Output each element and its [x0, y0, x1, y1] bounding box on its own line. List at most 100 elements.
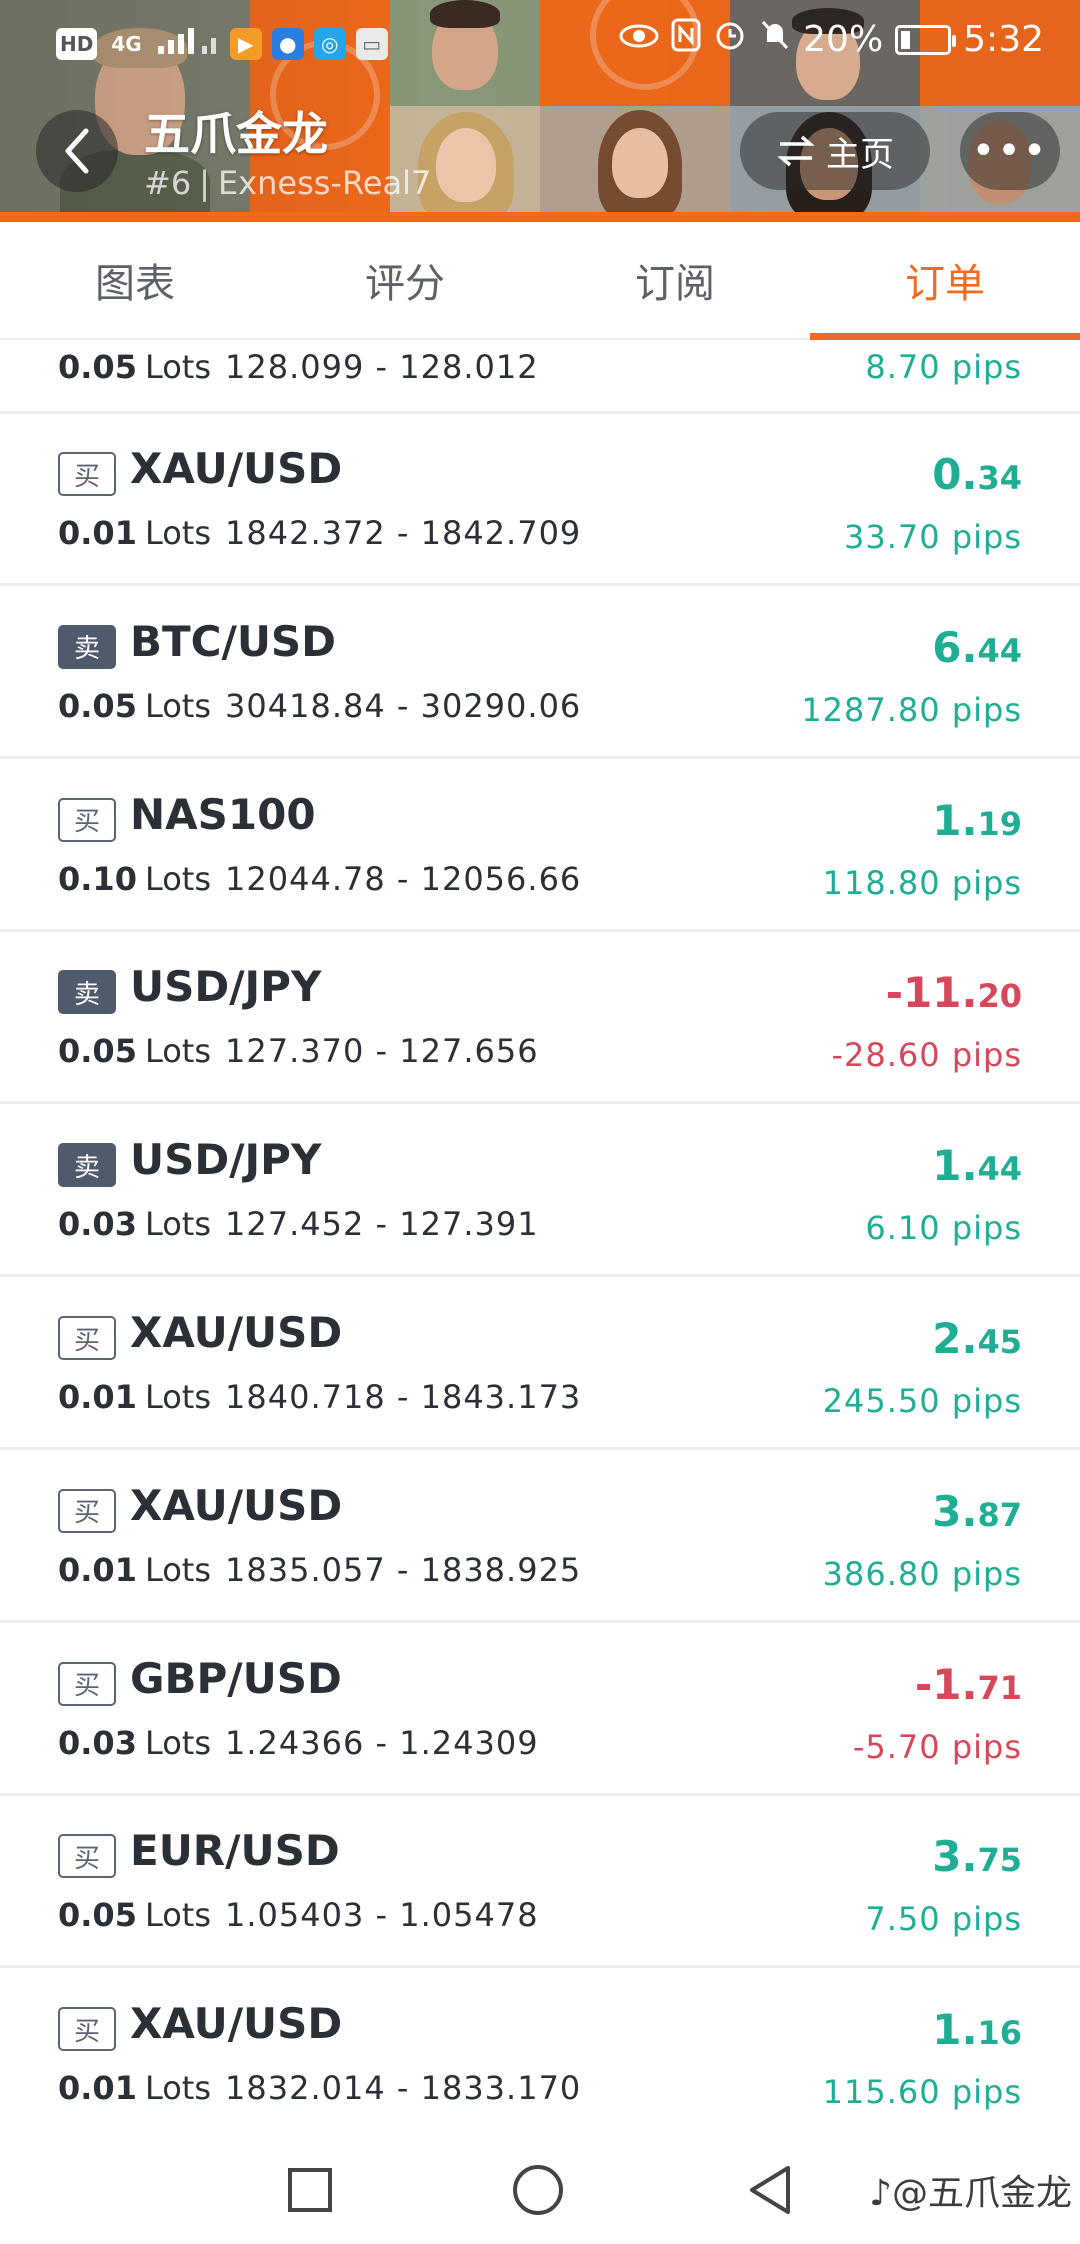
lots-unit: Lots — [144, 859, 212, 898]
status-left: HD 4G ▶ ● ◎ ▭ — [56, 22, 388, 65]
lots-value: 0.05 — [58, 1896, 137, 1935]
symbol: XAU/USD — [130, 1999, 343, 2049]
price-range: 1.24366 - 1.24309 — [225, 1723, 539, 1762]
back-nav-button[interactable] — [740, 2160, 800, 2220]
order-row[interactable]: 买 XAU/USD 0.01 Lots 1842.372 - 1842.709 0.34 3… — [0, 414, 1080, 586]
lots-value: 0.10 — [58, 859, 137, 898]
subtitle-separator: | — [199, 164, 210, 202]
price-range: 1840.718 - 1843.173 — [225, 1378, 582, 1416]
side-badge: 卖 — [58, 970, 116, 1015]
tiktok-icon: ♪ — [869, 2173, 892, 2214]
order-row[interactable]: 买 GBP/USD 0.03 Lots 1.24366 - 1.24309 -1.71 -5… — [0, 1624, 1080, 1796]
app-notification-icon: ● — [271, 27, 304, 60]
profit-decimal: 44 — [977, 631, 1022, 670]
recent-apps-button[interactable] — [280, 2160, 340, 2220]
header-accent-bar — [0, 212, 1080, 222]
signal-icon — [156, 22, 220, 65]
network-icon: 4G — [111, 31, 142, 56]
account-subtitle: #6 | Exness-Real7 — [144, 164, 431, 202]
status-bar: HD 4G ▶ ● ◎ ▭ 20% 5:32 — [0, 0, 1080, 80]
order-detail: 0.05 Lots 1.05403 - 1.05478 — [58, 1896, 539, 1934]
price-range: 128.099 - 128.012 — [225, 348, 539, 386]
order-detail: 0.03 Lots 1.24366 - 1.24309 — [58, 1724, 539, 1762]
profit-integer: -1. — [914, 1659, 978, 1709]
lots-unit: Lots — [144, 1032, 212, 1071]
order-row[interactable]: 卖 BTC/USD 0.05 Lots 30418.84 - 30290.06 6.44 1… — [0, 587, 1080, 759]
lots-value: 0.03 — [58, 1723, 137, 1762]
app-notification-icon: ▭ — [355, 27, 388, 60]
price-range: 12044.78 - 12056.66 — [225, 859, 582, 898]
lots-value: 0.01 — [58, 514, 137, 552]
lots-unit: Lots — [144, 1723, 212, 1762]
lots-unit: Lots — [144, 1205, 212, 1244]
hd-icon: HD — [56, 27, 98, 60]
order-detail: 0.05 Lots 128.099 - 128.012 — [58, 348, 539, 386]
chevron-left-icon — [65, 128, 89, 174]
order-detail: 0.03 Lots 127.452 - 127.391 — [58, 1205, 539, 1243]
symbol: XAU/USD — [130, 1480, 343, 1530]
order-detail: 0.01 Lots 1835.057 - 1838.925 — [58, 1551, 581, 1589]
order-row[interactable]: 买 XAU/USD 0.01 Lots 1840.718 - 1843.173 2.45 2… — [0, 1278, 1080, 1450]
lots-unit: Lots — [144, 348, 212, 386]
back-button[interactable] — [36, 110, 118, 192]
app-notification-icon: ▶ — [229, 27, 262, 60]
order-row[interactable]: 买 XAU/USD 0.01 Lots 1832.014 - 1833.170 1.16 1… — [0, 1969, 1080, 2130]
order-row[interactable]: 买 XAU/USD 0.01 Lots 1835.057 - 1838.925 3.87 3… — [0, 1451, 1080, 1623]
profit-value: 1.44 — [932, 1141, 1022, 1190]
tab-subscribe[interactable]: 订阅 — [540, 222, 810, 338]
pips-value: 386.80 pips — [822, 1554, 1022, 1593]
side-badge: 买 — [58, 1316, 116, 1360]
order-row[interactable]: 卖 USD/JPY 0.03 Lots 127.452 - 127.391 1.44 6.1… — [0, 1105, 1080, 1278]
home-button[interactable]: 主页 — [740, 112, 930, 190]
lots-unit: Lots — [144, 1378, 212, 1416]
symbol: XAU/USD — [130, 1308, 343, 1357]
tab-chart[interactable]: 图表 — [0, 222, 270, 338]
price-range: 30418.84 - 30290.06 — [225, 686, 582, 725]
price-range: 1.05403 - 1.05478 — [225, 1896, 539, 1935]
profit-decimal: 44 — [977, 1150, 1022, 1189]
home-nav-button[interactable] — [508, 2160, 568, 2220]
profit-value: 3.75 — [932, 1832, 1022, 1881]
symbol: USD/JPY — [130, 1135, 322, 1185]
status-right: 20% 5:32 — [619, 18, 1044, 61]
order-list[interactable]: 0.05 Lots 128.099 - 128.012 8.70 pips 买 XAU… — [0, 340, 1080, 2130]
more-button[interactable]: ••• — [960, 112, 1060, 190]
side-badge: 卖 — [58, 1143, 116, 1188]
profile-header: HD 4G ▶ ● ◎ ▭ 20% 5:32 五爪金龙 #6 | Exness-… — [0, 0, 1080, 222]
circle-icon — [513, 2165, 563, 2215]
lots-value: 0.05 — [58, 686, 137, 725]
battery-percent: 20% — [803, 19, 884, 60]
pips-value: 245.50 pips — [822, 1382, 1022, 1420]
order-detail: 0.10 Lots 12044.78 - 12056.66 — [58, 860, 581, 898]
symbol: NAS100 — [130, 789, 316, 839]
profit-value: 0.34 — [932, 450, 1022, 499]
order-detail: 0.01 Lots 1832.014 - 1833.170 — [58, 2069, 581, 2107]
order-detail: 0.01 Lots 1842.372 - 1842.709 — [58, 514, 581, 552]
order-row[interactable]: 买 EUR/USD 0.05 Lots 1.05403 - 1.05478 3.75 7.5… — [0, 1796, 1080, 1969]
order-row[interactable]: 卖 USD/JPY 0.05 Lots 127.370 - 127.656 -11.20-… — [0, 932, 1080, 1105]
price-range: 1842.372 - 1842.709 — [225, 514, 582, 552]
symbol: BTC/USD — [130, 616, 337, 666]
tab-rating[interactable]: 评分 — [270, 222, 540, 338]
lots-unit: Lots — [144, 1896, 212, 1935]
mute-bell-icon — [759, 18, 791, 61]
price-range: 1835.057 - 1838.925 — [225, 1550, 582, 1589]
lots-unit: Lots — [144, 2069, 212, 2108]
square-icon — [288, 2168, 332, 2212]
pips-value: 6.10 pips — [865, 1209, 1022, 1248]
order-detail: 0.01 Lots 1840.718 - 1843.173 — [58, 1378, 581, 1416]
order-detail: 0.05 Lots 127.370 - 127.656 — [58, 1032, 539, 1070]
profit-decimal: 20 — [977, 977, 1022, 1016]
profit-decimal: 75 — [977, 1841, 1022, 1880]
pips-value: 115.60 pips — [822, 2073, 1022, 2112]
symbol: USD/JPY — [130, 962, 322, 1012]
side-badge: 买 — [58, 1488, 116, 1533]
nfc-icon — [671, 18, 701, 61]
tab-orders[interactable]: 订单 — [810, 222, 1080, 340]
profit-integer: 2. — [932, 1314, 978, 1363]
order-row-partial[interactable]: 0.05 Lots 128.099 - 128.012 8.70 pips — [0, 340, 1080, 414]
profit-value: 6.44 — [932, 623, 1022, 672]
profit-value: 1.19 — [932, 796, 1022, 845]
profit-integer: 1. — [932, 2005, 978, 2055]
order-row[interactable]: 买 NAS100 0.10 Lots 12044.78 - 12056.66 1.19 11… — [0, 760, 1080, 932]
